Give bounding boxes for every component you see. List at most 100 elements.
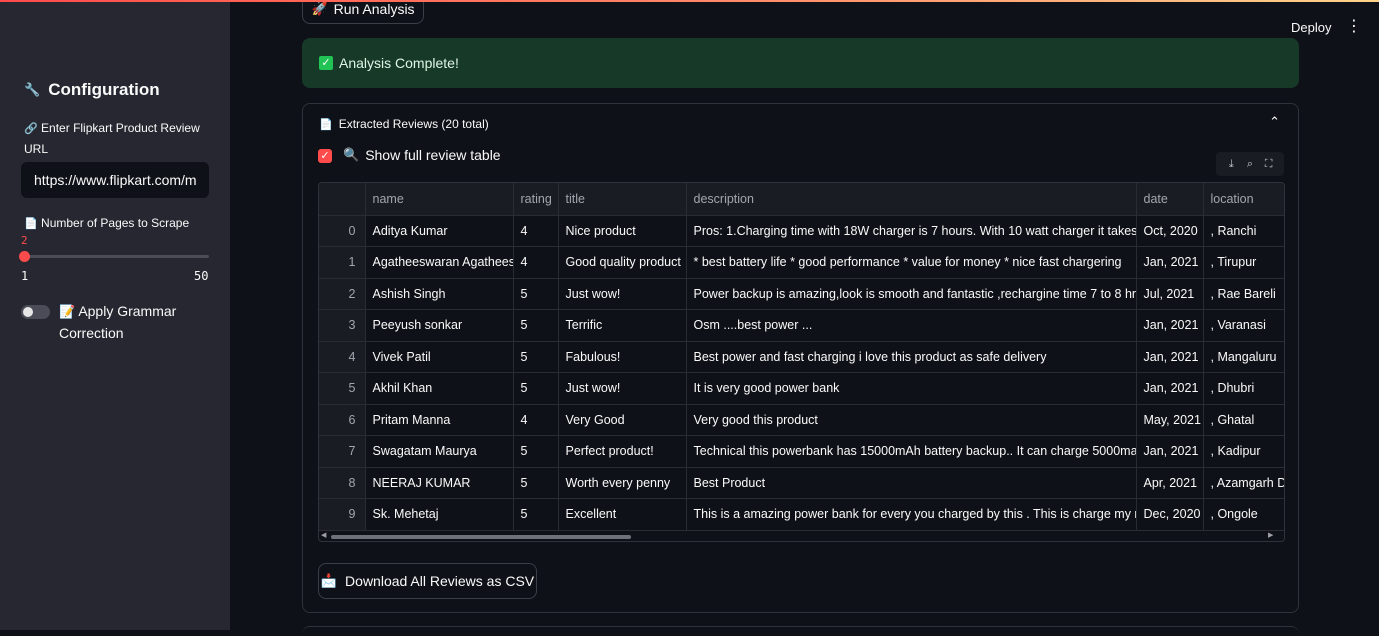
table-cell[interactable]: May, 2021 bbox=[1136, 404, 1204, 436]
table-cell[interactable]: , Azamgarh Di bbox=[1203, 467, 1284, 499]
table-cell[interactable]: Excellent bbox=[558, 498, 687, 531]
row-index[interactable]: 5 bbox=[319, 372, 366, 405]
row-index[interactable]: 6 bbox=[319, 404, 366, 436]
table-cell[interactable]: Power backup is amazing,look is smooth a… bbox=[686, 278, 1137, 310]
reviews-table[interactable]: name rating title description date location 0… bbox=[318, 182, 1285, 542]
table-cell[interactable]: , Ongole bbox=[1203, 498, 1284, 531]
expander-header[interactable]: 📄 Extracted Reviews (20 total) bbox=[319, 117, 489, 131]
deploy-button[interactable]: Deploy bbox=[1291, 20, 1331, 35]
table-row[interactable]: 6 Pritam Manna 4 Very Good Very good this pr… bbox=[319, 404, 1284, 436]
table-cell[interactable]: Terrific bbox=[558, 309, 687, 342]
table-cell[interactable]: 4 bbox=[513, 404, 559, 436]
table-cell[interactable]: , Tirupur bbox=[1203, 246, 1284, 279]
scroll-left-icon[interactable]: ◀ bbox=[321, 531, 326, 539]
row-index[interactable]: 8 bbox=[319, 467, 366, 499]
table-cell[interactable]: , Ghatal bbox=[1203, 404, 1284, 436]
row-index[interactable]: 0 bbox=[319, 215, 366, 247]
row-index[interactable]: 4 bbox=[319, 341, 366, 373]
table-cell[interactable]: Best Product bbox=[686, 467, 1137, 499]
column-header-title[interactable]: title bbox=[558, 183, 687, 216]
table-cell[interactable]: 4 bbox=[513, 246, 559, 279]
table-cell[interactable]: Apr, 2021 bbox=[1136, 467, 1204, 499]
download-csv-button[interactable]: 📩 Download All Reviews as CSV bbox=[318, 563, 537, 599]
search-icon[interactable]: ⌕ bbox=[1243, 157, 1257, 171]
horizontal-scrollbar[interactable] bbox=[331, 535, 631, 539]
table-cell[interactable]: Pros: 1.Charging time with 18W charger i… bbox=[686, 215, 1137, 247]
table-cell[interactable]: Dec, 2020 bbox=[1136, 498, 1204, 531]
table-cell[interactable]: , Rae Bareli bbox=[1203, 278, 1284, 310]
table-cell[interactable]: 5 bbox=[513, 498, 559, 531]
table-cell[interactable]: Just wow! bbox=[558, 372, 687, 405]
table-row[interactable]: 9 Sk. Mehetaj 5 Excellent This is a amazing … bbox=[319, 498, 1284, 531]
table-cell[interactable]: Oct, 2020 bbox=[1136, 215, 1204, 247]
table-cell[interactable]: Osm ....best power ... bbox=[686, 309, 1137, 342]
table-cell[interactable]: , Dhubri bbox=[1203, 372, 1284, 405]
show-table-checkbox[interactable]: ✓ bbox=[318, 149, 332, 163]
table-cell[interactable]: Akhil Khan bbox=[365, 372, 514, 405]
table-cell[interactable]: 5 bbox=[513, 372, 559, 405]
table-cell[interactable]: Good quality product bbox=[558, 246, 687, 279]
row-index[interactable]: 2 bbox=[319, 278, 366, 310]
table-cell[interactable]: Technical this powerbank has 15000mAh ba… bbox=[686, 435, 1137, 468]
table-cell[interactable]: , Kadipur bbox=[1203, 435, 1284, 468]
table-cell[interactable]: Jul, 2021 bbox=[1136, 278, 1204, 310]
column-header-location[interactable]: location bbox=[1203, 183, 1284, 216]
url-input[interactable]: https://www.flipkart.com/m bbox=[21, 162, 209, 198]
table-cell[interactable]: , Varanasi bbox=[1203, 309, 1284, 342]
table-cell[interactable]: Worth every penny bbox=[558, 467, 687, 499]
table-cell[interactable]: NEERAJ KUMAR bbox=[365, 467, 514, 499]
table-cell[interactable]: It is very good power bank bbox=[686, 372, 1137, 405]
column-header-name[interactable]: name bbox=[365, 183, 514, 216]
table-cell[interactable]: Jan, 2021 bbox=[1136, 372, 1204, 405]
table-cell[interactable]: Jan, 2021 bbox=[1136, 246, 1204, 279]
table-cell[interactable]: Pritam Manna bbox=[365, 404, 514, 436]
row-index[interactable]: 7 bbox=[319, 435, 366, 468]
download-icon[interactable]: ⤓ bbox=[1224, 157, 1238, 171]
table-cell[interactable]: Jan, 2021 bbox=[1136, 309, 1204, 342]
table-cell[interactable]: Just wow! bbox=[558, 278, 687, 310]
column-header-description[interactable]: description bbox=[686, 183, 1137, 216]
table-cell[interactable]: 5 bbox=[513, 467, 559, 499]
table-cell[interactable]: Swagatam Maurya bbox=[365, 435, 514, 468]
table-cell[interactable]: Fabulous! bbox=[558, 341, 687, 373]
row-index[interactable]: 3 bbox=[319, 309, 366, 342]
table-cell[interactable]: Peeyush sonkar bbox=[365, 309, 514, 342]
table-row[interactable]: 8 NEERAJ KUMAR 5 Worth every penny Best Prod… bbox=[319, 467, 1284, 499]
table-row[interactable]: 2 Ashish Singh 5 Just wow! Power backup is a… bbox=[319, 278, 1284, 310]
table-row[interactable]: 3 Peeyush sonkar 5 Terrific Osm ....best pow… bbox=[319, 309, 1284, 342]
table-cell[interactable]: 5 bbox=[513, 341, 559, 373]
table-row[interactable]: 5 Akhil Khan 5 Just wow! It is very good pow… bbox=[319, 372, 1284, 405]
table-row[interactable]: 0 Aditya Kumar 4 Nice product Pros: 1.Chargi… bbox=[319, 215, 1284, 247]
table-cell[interactable]: This is a amazing power bank for every y… bbox=[686, 498, 1137, 531]
fullscreen-icon[interactable]: ⛶ bbox=[1262, 157, 1276, 171]
row-index[interactable]: 9 bbox=[319, 498, 366, 531]
column-header-index[interactable] bbox=[319, 183, 366, 216]
main-menu-icon[interactable]: ⋮ bbox=[1346, 17, 1362, 37]
column-header-rating[interactable]: rating bbox=[513, 183, 559, 216]
table-cell[interactable]: Perfect product! bbox=[558, 435, 687, 468]
pages-slider-thumb[interactable] bbox=[19, 251, 30, 262]
run-analysis-button[interactable]: 🚀 Run Analysis bbox=[302, 0, 424, 24]
pages-slider-track[interactable] bbox=[24, 255, 209, 258]
table-cell[interactable]: Sk. Mehetaj bbox=[365, 498, 514, 531]
table-cell[interactable]: Nice product bbox=[558, 215, 687, 247]
scroll-right-icon[interactable]: ▶ bbox=[1268, 531, 1273, 539]
grammar-toggle[interactable] bbox=[21, 305, 50, 319]
table-cell[interactable]: Aditya Kumar bbox=[365, 215, 514, 247]
table-cell[interactable]: Jan, 2021 bbox=[1136, 435, 1204, 468]
table-cell[interactable]: 5 bbox=[513, 278, 559, 310]
table-cell[interactable]: Ashish Singh bbox=[365, 278, 514, 310]
table-cell[interactable]: 5 bbox=[513, 309, 559, 342]
table-cell[interactable]: Vivek Patil bbox=[365, 341, 514, 373]
table-cell[interactable]: Very good this product bbox=[686, 404, 1137, 436]
table-row[interactable]: 4 Vivek Patil 5 Fabulous! Best power and fas… bbox=[319, 341, 1284, 373]
table-cell[interactable]: Jan, 2021 bbox=[1136, 341, 1204, 373]
table-cell[interactable]: , Ranchi bbox=[1203, 215, 1284, 247]
table-cell[interactable]: * best battery life * good performance *… bbox=[686, 246, 1137, 279]
table-cell[interactable]: 5 bbox=[513, 435, 559, 468]
table-row[interactable]: 1 Agatheeswaran Agathees 4 Good quality pro… bbox=[319, 246, 1284, 279]
row-index[interactable]: 1 bbox=[319, 246, 366, 279]
table-cell[interactable]: 4 bbox=[513, 215, 559, 247]
table-cell[interactable]: , Mangaluru bbox=[1203, 341, 1284, 373]
chevron-up-icon[interactable]: ⌃ bbox=[1269, 114, 1280, 130]
